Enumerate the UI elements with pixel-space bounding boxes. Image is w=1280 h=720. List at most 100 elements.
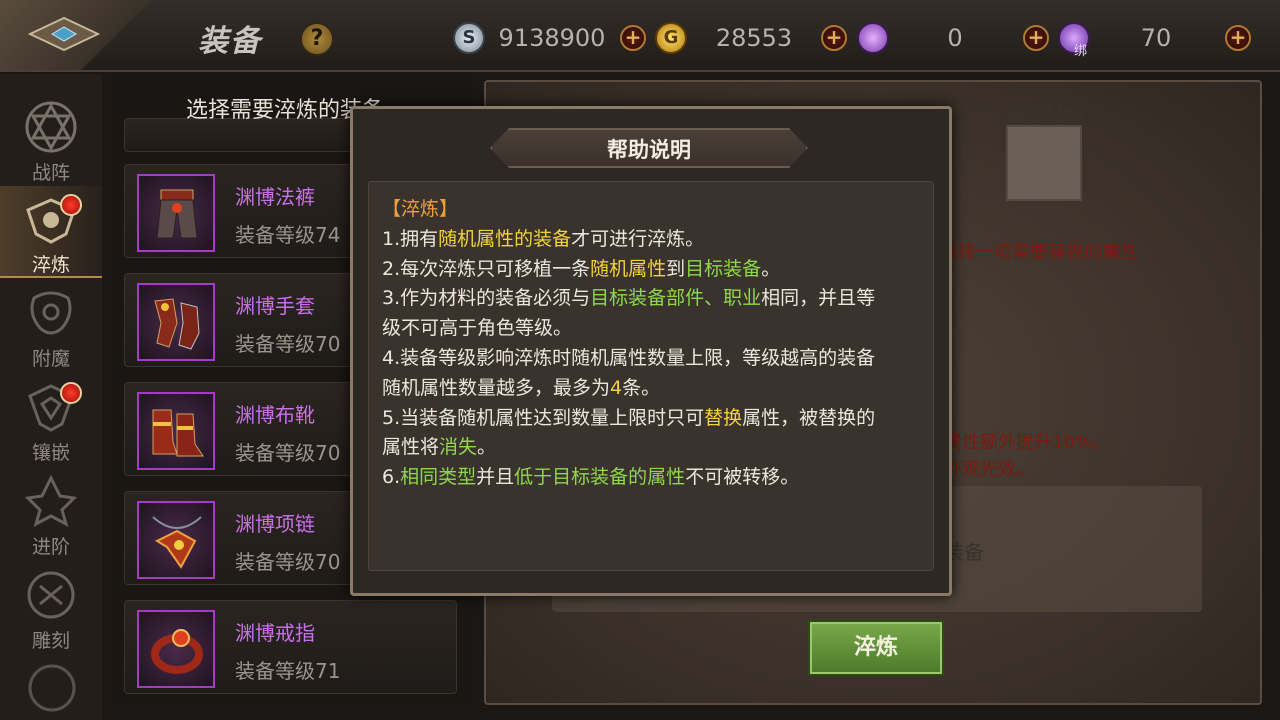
nav-item-inlay[interactable]: 镶嵌 bbox=[0, 374, 102, 466]
add-bound-gem-button[interactable]: + bbox=[1225, 25, 1251, 51]
help-text-segment: 属性将 bbox=[382, 436, 440, 459]
help-line: 1.拥有随机属性的装备才可进行淬炼。 bbox=[382, 224, 704, 251]
nav-item-refine[interactable]: 淬炼 bbox=[0, 186, 102, 278]
equipment-level: 装备等级74 bbox=[235, 223, 341, 247]
equipment-name: 渊博戒指 bbox=[235, 621, 315, 645]
equipment-name: 渊博法裤 bbox=[235, 185, 315, 209]
help-text-segment: 4 bbox=[610, 376, 623, 399]
purple-gem-icon bbox=[857, 22, 889, 54]
silver-amount: 9138900 bbox=[498, 24, 606, 52]
help-text-segment: 。 bbox=[761, 257, 781, 280]
bonus-text: 属性额外提升10%。 bbox=[944, 432, 1111, 453]
formation-emblem-icon bbox=[25, 101, 77, 153]
silver-coin-icon: S bbox=[453, 22, 485, 54]
nav-label-formation: 战阵 bbox=[31, 162, 70, 184]
top-bar: 装备 ? S 9138900 + G 28553 + 0 + 绑 70 + bbox=[0, 0, 1280, 72]
help-text-segment: 6. bbox=[382, 466, 401, 489]
help-line: 5.当装备随机属性达到数量上限时只可替换属性，被替换的 bbox=[382, 403, 875, 430]
equipment-slot bbox=[137, 501, 215, 579]
equipment-name: 渊博项链 bbox=[235, 512, 315, 536]
select-attribute-hint: 选择一项需要替换的属性 bbox=[940, 242, 1138, 263]
help-text-segment: 随机属性数量越多，最多为 bbox=[382, 376, 611, 399]
nav-item-engrave[interactable]: 雕刻 bbox=[0, 562, 102, 654]
help-text-segment: 不可被转移。 bbox=[685, 466, 800, 489]
help-line: 级不可高于角色等级。 bbox=[382, 313, 572, 340]
gold-amount: 28553 bbox=[715, 24, 793, 52]
ring-icon bbox=[151, 629, 203, 674]
help-text-segment: 并且 bbox=[476, 466, 515, 489]
add-gold-button[interactable]: + bbox=[821, 25, 847, 51]
nav-label-engrave: 雕刻 bbox=[31, 630, 70, 652]
pants-icon bbox=[156, 189, 198, 239]
help-text-segment: 目标装备部件、职业 bbox=[590, 287, 762, 310]
help-button[interactable]: ? bbox=[300, 22, 334, 56]
equipment-name: 渊博手套 bbox=[235, 294, 315, 318]
help-text-segment: 5.当装备随机属性达到数量上限时只可 bbox=[382, 406, 705, 429]
help-text-segment: 消失 bbox=[439, 436, 478, 459]
help-text-segment: 4.装备等级影响淬炼时随机属性数量上限，等级越高的装备 bbox=[382, 347, 876, 369]
notification-dot bbox=[60, 382, 82, 404]
equipment-slot bbox=[137, 283, 215, 361]
equipment-slot bbox=[137, 392, 215, 470]
help-text-segment: 才可进行淬炼。 bbox=[571, 227, 705, 250]
help-text-segment: 3.作为材料的装备必须与 bbox=[382, 287, 591, 310]
equipment-item-ring[interactable]: 渊博戒指 装备等级71 bbox=[124, 600, 457, 694]
help-text-segment: 。 bbox=[477, 436, 497, 459]
help-text-segment: 级不可高于角色等级。 bbox=[382, 317, 573, 340]
back-button[interactable] bbox=[0, 0, 180, 70]
help-text-segment: 1.拥有 bbox=[382, 227, 439, 250]
help-text-segment: 随机属性的装备 bbox=[438, 227, 572, 250]
advance-emblem-icon bbox=[24, 474, 78, 527]
help-line: 4.装备等级影响淬炼时随机属性数量上限，等级越高的装备 bbox=[382, 343, 875, 370]
nav-label-refine: 淬炼 bbox=[31, 254, 70, 276]
gloves-icon bbox=[154, 298, 200, 350]
help-line: 2.每次淬炼只可移植一条随机属性到目标装备。 bbox=[382, 254, 780, 281]
boots-icon bbox=[152, 409, 204, 457]
material-label: 淬炼材料 bbox=[1004, 102, 1084, 126]
help-line: 随机属性数量越多，最多为4条。 bbox=[382, 373, 660, 400]
nav-item-advance[interactable]: 进阶 bbox=[0, 468, 102, 560]
gold-coin-icon: G bbox=[655, 22, 687, 54]
help-line: 3.作为材料的装备必须与目标装备部件、职业相同，并且等 bbox=[382, 283, 875, 310]
equipment-slot bbox=[137, 174, 215, 252]
help-text-segment: 【淬炼】 bbox=[382, 198, 459, 220]
help-line: 6.相同类型并且低于目标装备的属性不可被转移。 bbox=[382, 462, 799, 489]
enchant-emblem-icon bbox=[30, 291, 72, 335]
help-text-segment: 目标装备 bbox=[685, 257, 762, 280]
add-silver-button[interactable]: + bbox=[620, 25, 646, 51]
help-text-segment: 到 bbox=[666, 257, 686, 280]
gem-amount: 0 bbox=[947, 24, 963, 52]
page-title: 装备 bbox=[198, 24, 262, 59]
nav-label-inlay: 镶嵌 bbox=[31, 442, 70, 464]
bound-gem-amount: 70 bbox=[1140, 24, 1172, 52]
nav-item-enchant[interactable]: 附魔 bbox=[0, 280, 102, 372]
equipment-slot bbox=[137, 610, 215, 688]
nav-item-formation[interactable]: 战阵 bbox=[0, 94, 102, 186]
side-nav: 战阵 淬炼 附魔 镶嵌 进阶 雕刻 bbox=[0, 74, 102, 720]
necklace-icon bbox=[152, 516, 202, 569]
equipment-level: 装备等级70 bbox=[235, 441, 341, 465]
bonus-text: 外观光效。 bbox=[944, 459, 1034, 480]
help-text-segment: 相同类型 bbox=[400, 466, 477, 489]
help-line: 属性将消失。 bbox=[382, 432, 496, 459]
equipment-level: 装备等级70 bbox=[235, 550, 341, 574]
refine-button[interactable]: 淬炼 bbox=[808, 620, 944, 676]
help-text-segment: 替换 bbox=[704, 406, 743, 429]
help-text-segment: 2.每次淬炼只可移植一条 bbox=[382, 257, 591, 280]
back-arrow-icon bbox=[28, 16, 100, 52]
material-slot[interactable] bbox=[1006, 125, 1082, 201]
equipment-level: 装备等级71 bbox=[235, 659, 341, 683]
more-emblem-icon bbox=[28, 664, 76, 712]
help-text-segment: 随机属性 bbox=[590, 257, 667, 280]
help-text-segment: 低于目标装备的属性 bbox=[514, 466, 686, 489]
nav-label-advance: 进阶 bbox=[31, 536, 70, 558]
bound-tag: 绑 bbox=[1074, 44, 1088, 59]
help-text-segment: 相同，并且等 bbox=[761, 287, 876, 310]
help-line: 【淬炼】 bbox=[382, 194, 458, 221]
engrave-emblem-icon bbox=[27, 571, 75, 619]
help-text-segment: 属性，被替换的 bbox=[742, 406, 876, 429]
add-gem-button[interactable]: + bbox=[1023, 25, 1049, 51]
equipment-name: 渊博布靴 bbox=[235, 403, 315, 427]
equipment-level: 装备等级70 bbox=[235, 332, 341, 356]
dialog-title: 帮助说明 bbox=[607, 138, 691, 162]
